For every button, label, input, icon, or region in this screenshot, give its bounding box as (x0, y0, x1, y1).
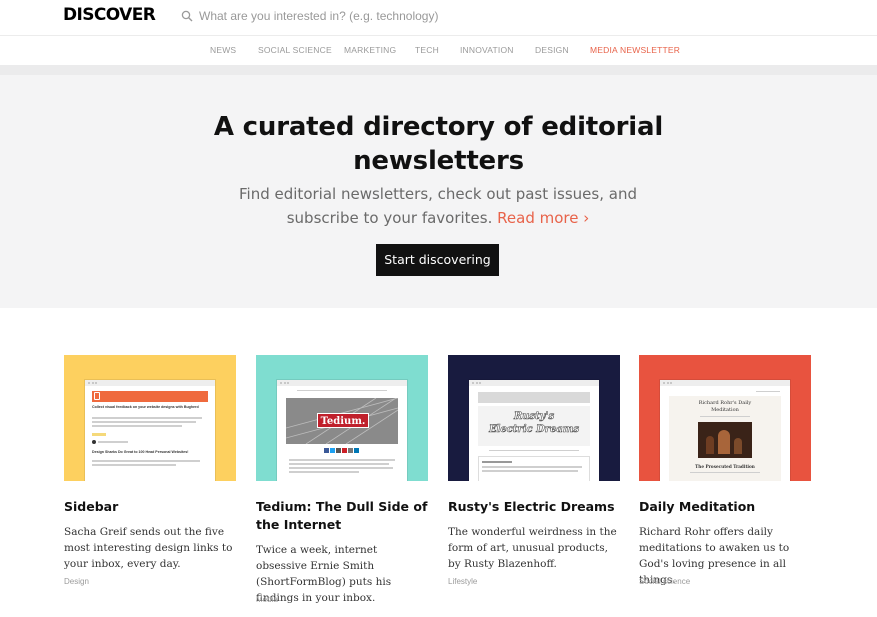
nav-item-innovation[interactable]: INNOVATION (460, 45, 514, 55)
category-nav: NEWS SOCIAL SCIENCE MARKETING TECH INNOV… (0, 37, 877, 65)
search-icon (181, 10, 193, 22)
preview-title-line2: Meditation (711, 406, 739, 413)
hero-title: A curated directory of editorial newslet… (0, 110, 877, 178)
rustys-logo-line1: Rusty's (513, 411, 555, 423)
nav-item-design[interactable]: DESIGN (535, 45, 569, 55)
hero-subtitle: Find editorial newsletters, check out pa… (238, 182, 638, 230)
card-category[interactable]: Lifestyle (448, 577, 477, 586)
hero-title-line2: newsletters (353, 146, 524, 176)
preview-item-2: Design Sharks Do Great to 100 Head Perso… (92, 450, 189, 454)
card-thumbnail[interactable]: Collect visual feedback on your website … (64, 355, 236, 481)
newsletter-card-rustys-electric-dreams[interactable]: Rusty's Electric Dreams Rusty's Electric… (448, 355, 620, 586)
rustys-logo-line2: Electric Dreams (488, 424, 580, 436)
card-description: Twice a week, internet obsessive Ernie S… (256, 544, 392, 604)
tedium-logo: Tedium. (317, 413, 369, 428)
preview-logo-icon (94, 392, 100, 400)
card-description: Sacha Greif sends out the five most inte… (64, 526, 233, 570)
card-title[interactable]: Daily Meditation (639, 498, 811, 516)
preview-caption: The Prosecuted Tradition (695, 464, 755, 469)
nav-item-tech[interactable]: TECH (415, 45, 439, 55)
newsletter-card-daily-meditation[interactable]: Richard Rohr's Daily Meditation The Pros… (639, 355, 811, 586)
nav-item-marketing[interactable]: MARKETING (344, 45, 396, 55)
preview-headline: Collect visual feedback on your website … (92, 405, 199, 409)
newsletter-preview: Tedium. (277, 380, 407, 481)
nav-item-social-science[interactable]: SOCIAL SCIENCE (258, 45, 332, 55)
card-category[interactable]: Social science (639, 577, 690, 586)
preview-social-icons (324, 448, 359, 453)
newsletter-preview: Richard Rohr's Daily Meditation The Pros… (660, 380, 790, 481)
site-logo[interactable]: DISCOVER (63, 4, 156, 26)
nav-item-media-newsletter[interactable]: MEDIA NEWSLETTER (590, 45, 680, 55)
newsletter-card-sidebar[interactable]: Collect visual feedback on your website … (64, 355, 236, 586)
card-title[interactable]: Sidebar (64, 498, 236, 516)
newsletter-card-tedium[interactable]: Tedium. Tedium: The Dull Side of the Int… (256, 355, 428, 604)
preview-painting (698, 422, 752, 458)
preview-banner (92, 391, 208, 402)
card-title[interactable]: Tedium: The Dull Side of the Internet (256, 498, 428, 534)
nav-item-news[interactable]: NEWS (210, 45, 236, 55)
start-discovering-button[interactable]: Start discovering (376, 244, 499, 276)
search-input[interactable] (199, 9, 599, 23)
card-description: The wonderful weirdness in the form of a… (448, 526, 617, 570)
top-bar: DISCOVER (0, 0, 877, 36)
preview-avatar (92, 440, 96, 444)
card-category[interactable]: Design (64, 577, 89, 586)
preview-title: Richard Rohr's Daily Meditation (669, 400, 781, 413)
search-bar[interactable] (181, 6, 681, 26)
nav-divider (0, 65, 877, 75)
card-thumbnail[interactable]: Tedium. (256, 355, 428, 481)
hero-title-line1: A curated directory of editorial (213, 112, 664, 142)
preview-tag (92, 433, 106, 436)
card-thumbnail[interactable]: Richard Rohr's Daily Meditation The Pros… (639, 355, 811, 481)
hero-section: A curated directory of editorial newslet… (0, 75, 877, 308)
card-title[interactable]: Rusty's Electric Dreams (448, 498, 620, 516)
preview-header-bar (478, 392, 590, 403)
newsletter-preview: Collect visual feedback on your website … (85, 380, 215, 481)
read-more-link[interactable]: Read more › (497, 209, 589, 227)
preview-hero-image: Tedium. (286, 398, 398, 444)
card-thumbnail[interactable]: Rusty's Electric Dreams (448, 355, 620, 481)
newsletter-preview: Rusty's Electric Dreams (469, 380, 599, 481)
preview-content-box (478, 456, 590, 481)
rustys-logo: Rusty's Electric Dreams (478, 406, 590, 446)
card-category[interactable]: Media (256, 595, 278, 604)
